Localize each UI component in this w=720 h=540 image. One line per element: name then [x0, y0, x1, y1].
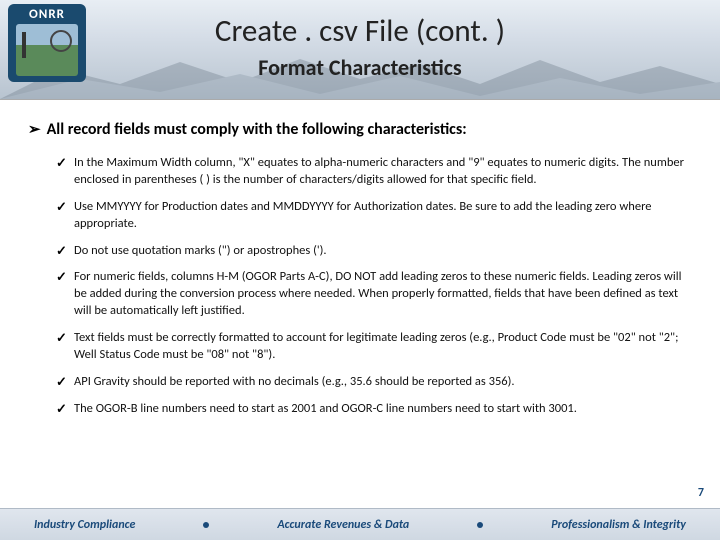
page-number: 7 — [698, 486, 704, 500]
list-item: API Gravity should be reported with no d… — [56, 374, 692, 391]
slide-footer: Industry Compliance Accurate Revenues & … — [0, 508, 720, 540]
lead-line: ➢ All record fields must comply with the … — [28, 120, 692, 139]
footer-center: Accurate Revenues & Data — [277, 518, 409, 532]
slide-header: ONRR Create . csv File (cont. ) Format C… — [0, 0, 720, 100]
bullet-dot-icon — [477, 522, 483, 528]
slide-body: ➢ All record fields must comply with the … — [0, 100, 720, 418]
bullet-list: In the Maximum Width column, "X" equates… — [28, 155, 692, 418]
list-item: The OGOR-B line numbers need to start as… — [56, 401, 692, 418]
list-item: Use MMYYYY for Production dates and MMDD… — [56, 199, 692, 233]
list-item: In the Maximum Width column, "X" equates… — [56, 155, 692, 189]
lead-text: All record fields must comply with the f… — [47, 120, 467, 139]
bullet-dot-icon — [203, 522, 209, 528]
slide-subtitle: Format Characteristics — [0, 54, 720, 81]
list-item: Do not use quotation marks (") or apostr… — [56, 243, 692, 260]
list-item: For numeric fields, columns H-M (OGOR Pa… — [56, 269, 692, 320]
list-item: Text fields must be correctly formatted … — [56, 330, 692, 364]
footer-left: Industry Compliance — [34, 518, 135, 532]
slide-title: Create . csv File (cont. ) — [0, 12, 720, 50]
footer-right: Professionalism & Integrity — [551, 518, 686, 532]
arrow-icon: ➢ — [28, 120, 41, 139]
